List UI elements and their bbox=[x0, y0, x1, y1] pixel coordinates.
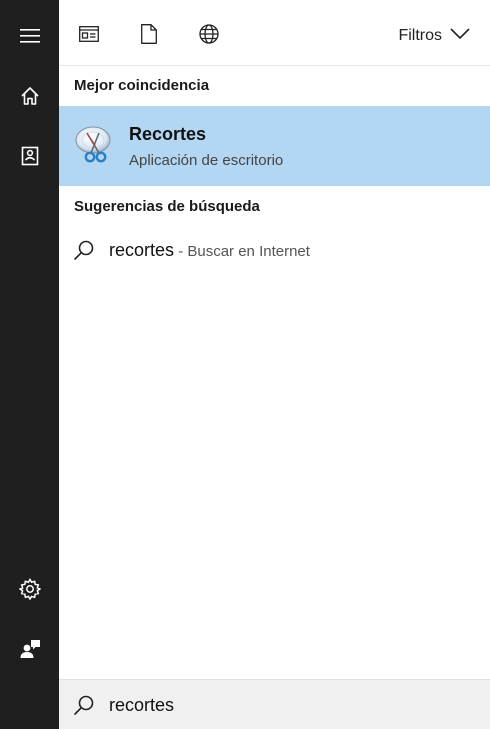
best-match-subtitle: Aplicación de escritorio bbox=[129, 152, 284, 169]
best-match-result[interactable] bbox=[59, 106, 490, 186]
chevron-down-icon bbox=[450, 22, 470, 50]
suggestion-suffix: - Buscar en Internet bbox=[174, 243, 310, 260]
hamburger-menu-button[interactable] bbox=[0, 12, 59, 60]
search-box bbox=[59, 679, 490, 729]
feedback-icon bbox=[19, 638, 41, 660]
documents-filter-button[interactable] bbox=[134, 21, 164, 51]
search-suggestions-header: Sugerencias de búsqueda bbox=[74, 198, 260, 215]
web-filter-button[interactable] bbox=[194, 21, 224, 51]
hamburger-menu-icon bbox=[19, 29, 40, 43]
settings-gear-icon bbox=[18, 578, 41, 600]
filters-dropdown[interactable]: Filtros bbox=[398, 22, 470, 50]
notebook-icon bbox=[20, 146, 40, 166]
filters-label: Filtros bbox=[398, 27, 442, 44]
web-globe-icon bbox=[199, 23, 219, 49]
settings-button[interactable] bbox=[0, 565, 59, 613]
feedback-button[interactable] bbox=[0, 625, 59, 673]
best-match-title: Recortes bbox=[129, 124, 207, 144]
search-icon bbox=[73, 239, 95, 261]
apps-icon bbox=[79, 25, 99, 47]
search-input[interactable] bbox=[109, 692, 469, 718]
home-icon bbox=[20, 86, 40, 106]
left-rail bbox=[0, 0, 59, 729]
apps-filter-button[interactable] bbox=[74, 21, 104, 51]
suggestion-term: recortes bbox=[109, 240, 175, 260]
notebook-button[interactable] bbox=[0, 132, 59, 180]
search-icon bbox=[73, 694, 95, 716]
home-button[interactable] bbox=[0, 72, 59, 120]
search-results-panel: Filtros Mejor coincidencia Recortes Apli… bbox=[59, 0, 490, 729]
best-match-header: Mejor coincidencia bbox=[74, 77, 210, 94]
snipping-tool-icon bbox=[73, 123, 117, 167]
filter-bar: Filtros bbox=[59, 0, 490, 66]
documents-icon bbox=[141, 23, 157, 49]
suggestion-text: recortes - Buscar en Internet bbox=[109, 240, 310, 261]
suggestion-item[interactable]: recortes - Buscar en Internet bbox=[59, 230, 490, 270]
